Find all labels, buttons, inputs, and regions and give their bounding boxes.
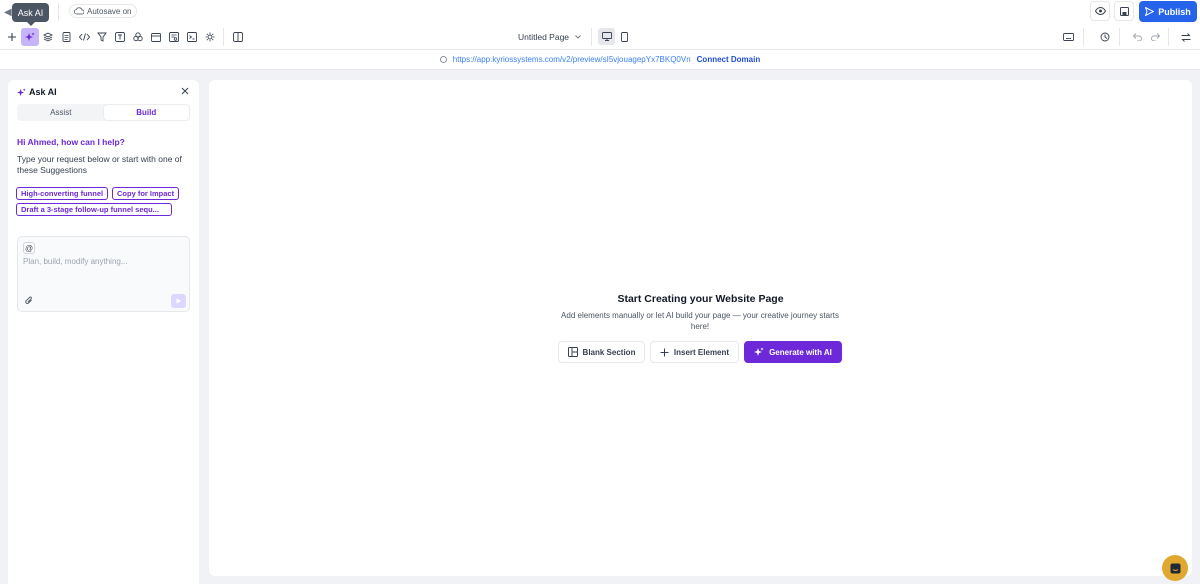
- tab-assist[interactable]: Assist: [18, 105, 104, 120]
- sparkles-icon: [17, 87, 26, 96]
- empty-state-title: Start Creating your Website Page: [617, 293, 784, 305]
- cloud-icon: [74, 7, 84, 15]
- close-icon: [181, 87, 189, 95]
- send-icon: [176, 298, 181, 304]
- divider: [58, 3, 59, 21]
- monitor-icon: [601, 32, 612, 41]
- insert-element-label: Insert Element: [673, 347, 730, 357]
- history-icon[interactable]: [1097, 29, 1113, 45]
- suggestion-chip[interactable]: Draft a 3-stage follow-up funnel sequ...: [16, 203, 172, 216]
- panel-title: Ask AI: [17, 87, 57, 97]
- autosave-badge: Autosave on: [69, 4, 138, 18]
- chat-launcher-button[interactable]: [1162, 555, 1188, 581]
- divider: [1083, 28, 1084, 46]
- editor-toolbar: Untitled Page: [0, 24, 1200, 50]
- page-name: Untitled Page: [518, 32, 570, 42]
- greeting: Hi Ahmed, how can I help?: [17, 137, 125, 147]
- insert-element-button[interactable]: Insert Element: [650, 341, 739, 363]
- blank-section-button[interactable]: Blank Section: [558, 341, 645, 363]
- sparkles-icon[interactable]: [21, 28, 39, 46]
- prompt-input[interactable]: Plan, build, modify anything...: [23, 257, 128, 266]
- generate-with-ai-button[interactable]: Generate with AI: [744, 341, 842, 363]
- sparkles-icon: [754, 347, 764, 356]
- empty-state-subtitle: Add elements manually or let AI build yo…: [561, 311, 839, 331]
- undo-icon[interactable]: [1129, 29, 1145, 45]
- keyboard-icon[interactable]: [1060, 29, 1076, 45]
- ask-ai-panel: Ask AI Assist Build Hi Ahmed, how can I …: [8, 80, 199, 584]
- redo-icon[interactable]: [1147, 29, 1163, 45]
- template-icon[interactable]: [112, 29, 128, 45]
- layers-icon[interactable]: [40, 29, 56, 45]
- panel-tabs: Assist Build: [17, 104, 190, 121]
- blank-section-label: Blank Section: [582, 347, 636, 357]
- sidebar-icon[interactable]: [230, 29, 246, 45]
- send-icon: [1145, 7, 1155, 16]
- chat-icon: [1170, 563, 1180, 573]
- terminal-icon[interactable]: [184, 29, 200, 45]
- publish-label: Publish: [1158, 6, 1191, 17]
- intro-text: Type your request below or start with on…: [17, 154, 182, 175]
- mobile-view-button[interactable]: [616, 28, 633, 45]
- desktop-view-button[interactable]: [598, 28, 615, 45]
- close-panel-button[interactable]: [181, 87, 189, 95]
- prompt-composer: @ Plan, build, modify anything...: [17, 236, 190, 312]
- divider: [1119, 28, 1120, 46]
- divider: [223, 28, 224, 46]
- preview-url-bar: https://app.kyriossystems.com/v2/preview…: [0, 50, 1200, 70]
- page-icon[interactable]: [58, 29, 74, 45]
- suggestion-chip[interactable]: High-converting funnel: [16, 187, 109, 200]
- code-icon[interactable]: [76, 29, 92, 45]
- suggestion-chip[interactable]: Copy for Impact: [112, 187, 180, 200]
- save-icon: [1119, 6, 1129, 16]
- panel-title-label: Ask AI: [29, 87, 57, 97]
- top-bar: ◀ Ask AI Autosave on Publish: [0, 0, 1200, 26]
- funnel-icon[interactable]: [94, 29, 110, 45]
- preview-button[interactable]: [1090, 1, 1110, 21]
- ask-ai-tooltip: Ask AI: [12, 3, 49, 26]
- swap-icon[interactable]: [1178, 29, 1194, 45]
- puzzle-icon[interactable]: [130, 29, 146, 45]
- generate-with-ai-label: Generate with AI: [769, 347, 832, 357]
- window-icon[interactable]: [148, 29, 164, 45]
- preview-url-link[interactable]: https://app.kyriossystems.com/v2/preview…: [453, 55, 691, 64]
- divider: [1168, 28, 1169, 46]
- connect-domain-link[interactable]: Connect Domain: [697, 55, 761, 64]
- attach-button[interactable]: [25, 296, 33, 305]
- back-arrow-icon[interactable]: ◀: [4, 7, 12, 18]
- autosave-label: Autosave on: [87, 6, 132, 16]
- phone-icon: [621, 31, 628, 42]
- page-canvas[interactable]: Start Creating your Website Page Add ele…: [209, 80, 1192, 576]
- tab-build[interactable]: Build: [103, 105, 189, 120]
- divider: [591, 28, 592, 46]
- page-selector[interactable]: Untitled Page: [509, 28, 587, 46]
- mention-button[interactable]: @: [23, 242, 35, 254]
- form-icon[interactable]: [166, 29, 182, 45]
- settings-icon[interactable]: [202, 29, 218, 45]
- plus-icon[interactable]: [4, 29, 20, 45]
- paperclip-icon: [25, 296, 32, 304]
- plus-icon: [660, 348, 669, 356]
- send-button[interactable]: [171, 294, 186, 308]
- eye-icon: [1094, 7, 1106, 15]
- publish-button[interactable]: Publish: [1139, 1, 1197, 22]
- globe-icon: [439, 56, 447, 63]
- chevron-down-icon: [575, 35, 581, 39]
- layout-icon: [567, 347, 578, 357]
- save-button[interactable]: [1114, 1, 1134, 21]
